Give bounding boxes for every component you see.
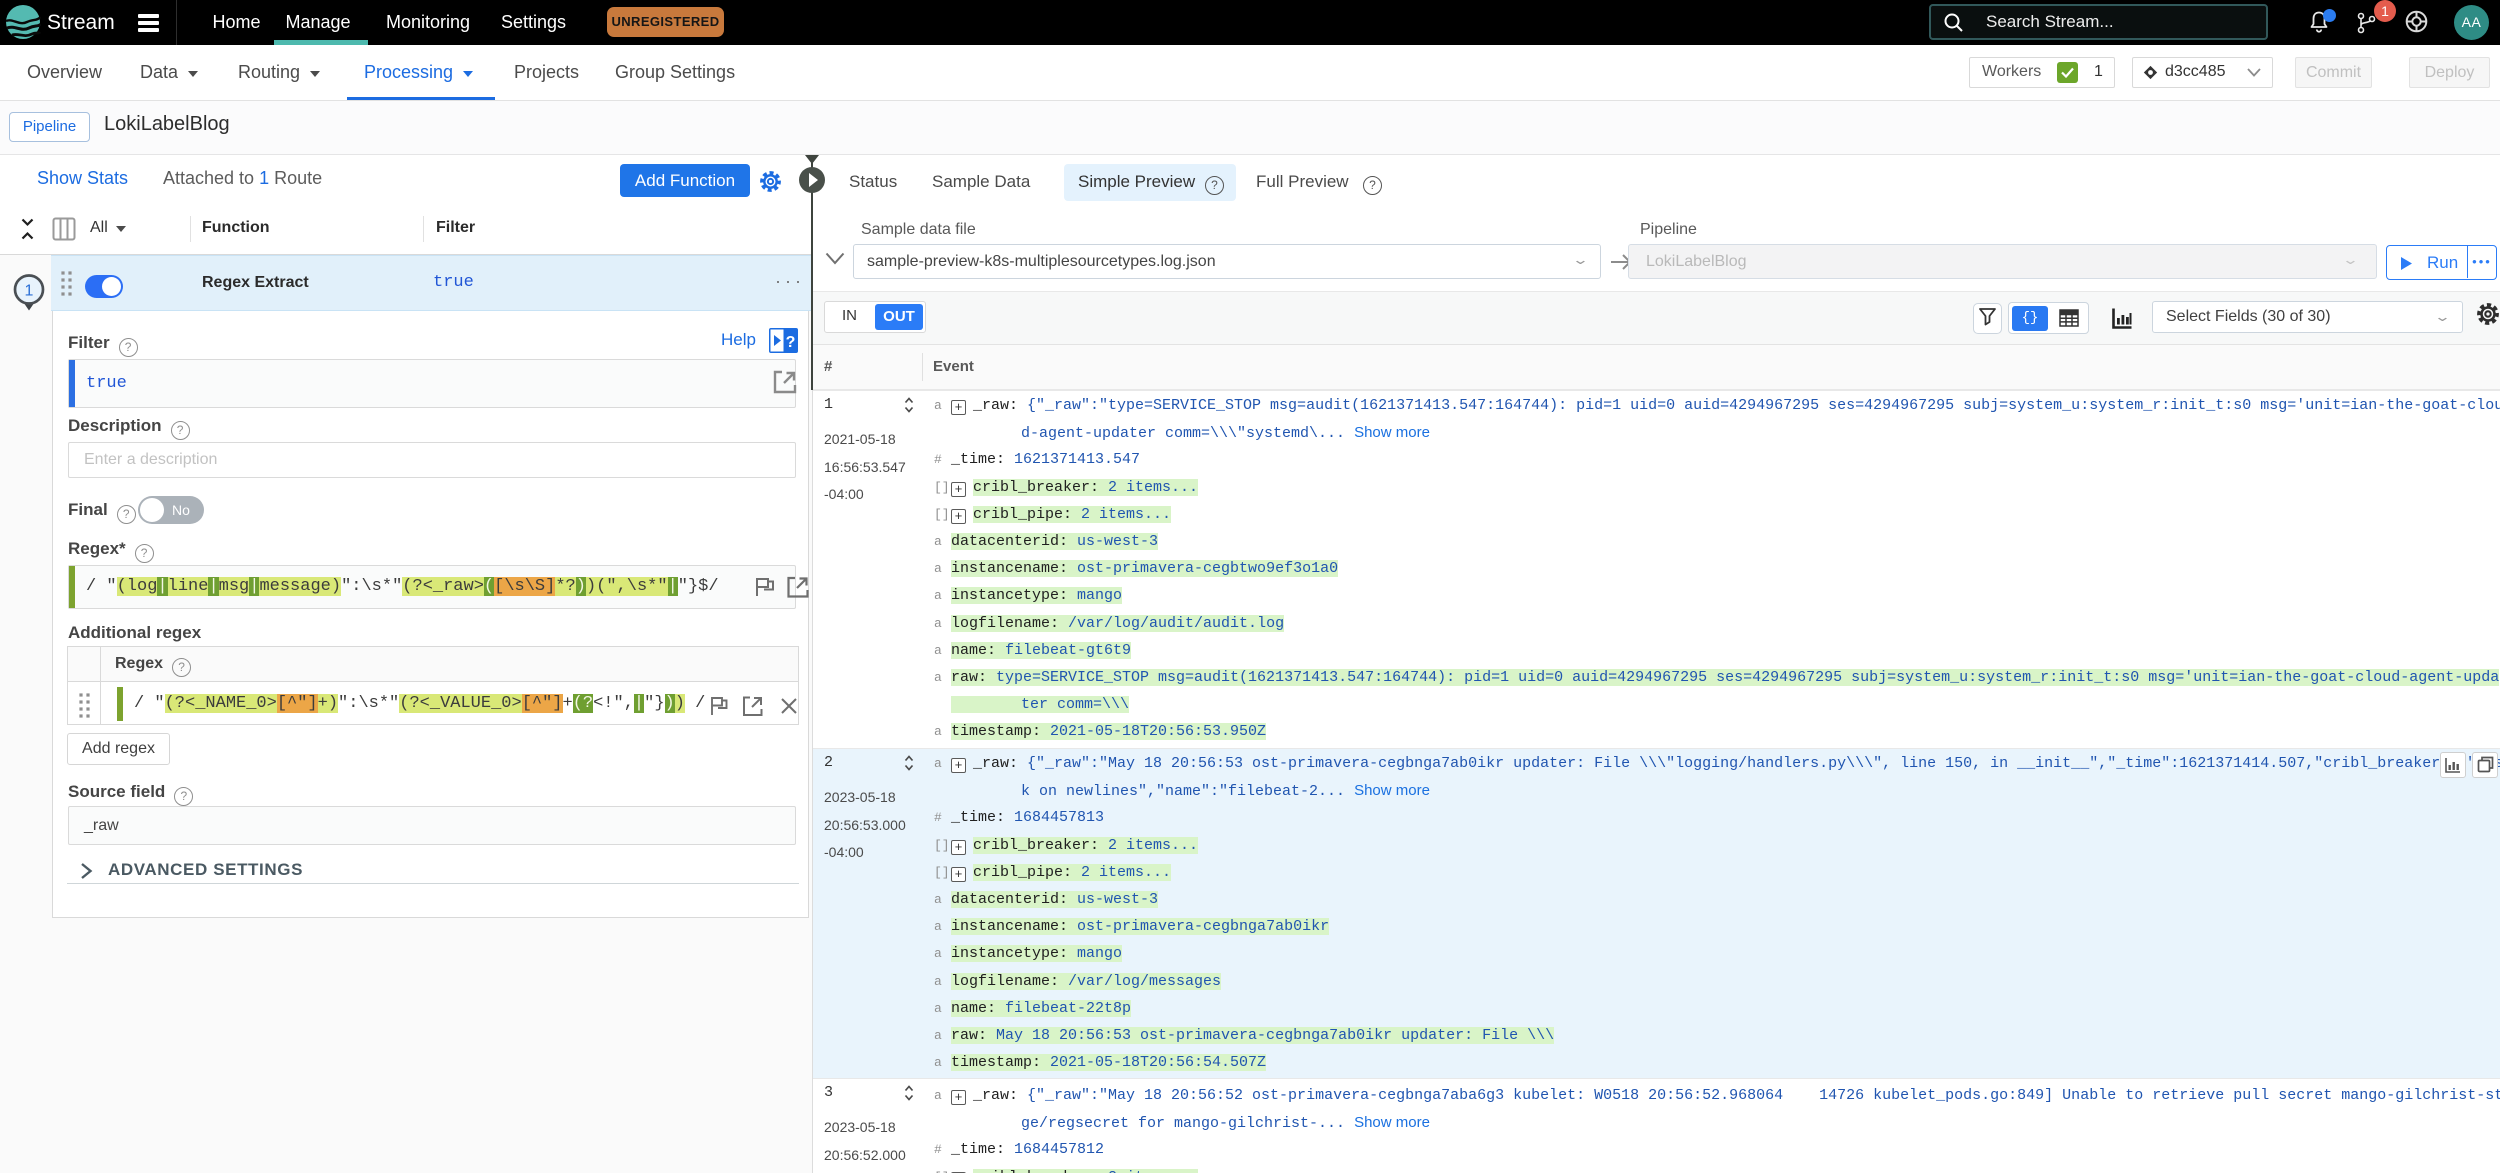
svg-text:1: 1 <box>25 283 34 300</box>
svg-text:?: ? <box>786 334 796 351</box>
